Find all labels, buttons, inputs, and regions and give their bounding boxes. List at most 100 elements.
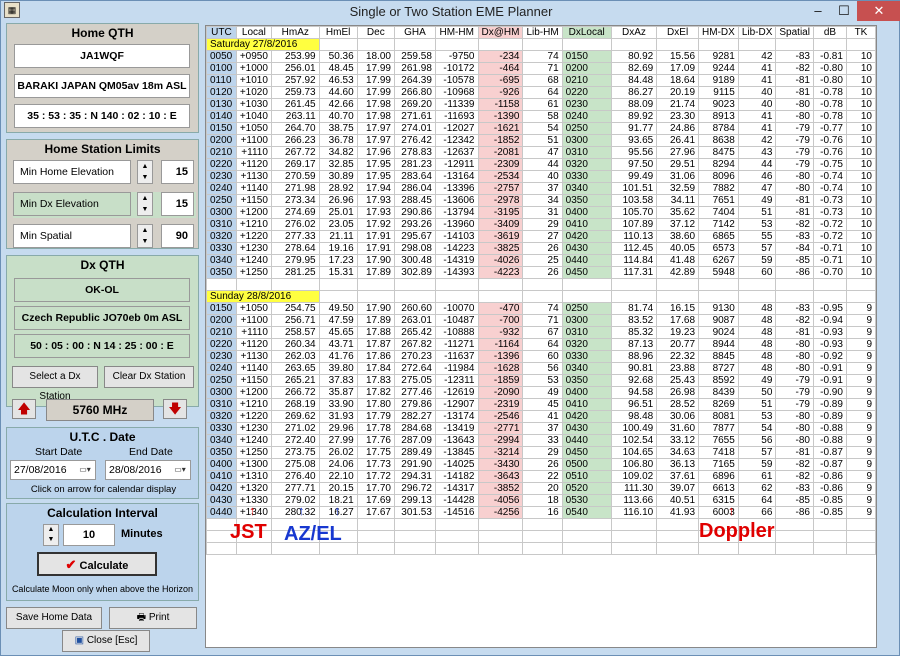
minimize-icon[interactable]: – xyxy=(805,1,831,21)
freq-down-icon[interactable]: 🡇 xyxy=(163,399,187,419)
spin-down-icon[interactable]: ▼ xyxy=(138,172,152,183)
table-row[interactable]: 0440 +1340 280.32 16.27 17.67 301.53 -14516 -42… xyxy=(206,506,876,519)
table-row[interactable]: 0410 +1310 276.40 22.10 17.72 294.31 -14182 -36… xyxy=(206,470,876,483)
table-row[interactable]: 0120 +1020 259.73 44.60 17.99 266.80 -10968 -92… xyxy=(206,86,876,99)
table-row[interactable]: 0400 +1300 275.08 24.06 17.73 291.90 -14025 -34… xyxy=(206,458,876,471)
table-cell: 270.23 xyxy=(393,350,436,363)
table-row[interactable]: 0150 +1050 264.70 38.75 17.97 274.01 -12027 -16… xyxy=(206,122,876,135)
table-row[interactable]: 0210 +1110 267.72 34.82 17.96 278.83 -12637 -20… xyxy=(206,146,876,159)
interval-spinner[interactable]: ▲ ▼ xyxy=(43,524,59,546)
print-button[interactable]: 🖶 Print xyxy=(109,607,197,629)
min-spatial-spinner[interactable]: ▲ ▼ xyxy=(137,224,153,248)
home-coords-field[interactable]: 35 : 53 : 35 : N 140 : 02 : 10 : E xyxy=(14,104,190,128)
table-row[interactable]: 0310 +1210 268.19 33.90 17.80 279.86 -12907 -23… xyxy=(206,398,876,411)
table-row[interactable]: 0130 +1030 261.45 42.66 17.98 269.20 -11339 -11… xyxy=(206,98,876,111)
table-cell: -13164 xyxy=(434,170,479,183)
min-spatial-value[interactable]: 90 xyxy=(161,224,194,248)
table-cell: -86 xyxy=(775,266,814,279)
table-cell: 8784 xyxy=(698,122,739,135)
start-date-picker[interactable]: 27/08/2016 ▭▾ xyxy=(10,460,96,480)
table-row[interactable]: 0420 +1320 277.71 20.15 17.70 296.72 -14317 -38… xyxy=(206,482,876,495)
min-dx-elevation-spinner[interactable]: ▲ ▼ xyxy=(137,192,153,216)
clear-dx-station-button[interactable]: Clear Dx Station xyxy=(104,366,194,388)
table-cell: 0140 xyxy=(206,110,237,123)
spin-up-icon[interactable]: ▲ xyxy=(138,161,152,172)
table-row[interactable]: 0050 +0950 253.99 50.36 18.00 259.58 -9750 -234… xyxy=(206,50,876,63)
table-row[interactable]: 0100 +1000 256.01 48.45 17.99 261.98 -10172 -46… xyxy=(206,62,876,75)
results-grid[interactable]: UTC Local HmAz HmEl Dec GHA HM-HM Dx@HM Lib-HM Dx… xyxy=(205,25,877,648)
table-cell: 20 xyxy=(522,482,563,495)
save-home-data-button[interactable]: Save Home Data xyxy=(6,607,102,629)
table-row[interactable]: 0220 +1120 260.34 43.71 17.87 267.82 -11271 -11… xyxy=(206,338,876,351)
table-row[interactable]: 0140 +1040 263.11 40.70 17.98 271.61 -11693 -13… xyxy=(206,110,876,123)
table-row[interactable]: 0430 +1330 279.02 18.21 17.69 299.13 -14428 -40… xyxy=(206,494,876,507)
table-row[interactable]: 0340 +1240 279.95 17.23 17.90 300.48 -14319 -40… xyxy=(206,254,876,267)
table-row[interactable]: 0200 +1100 256.71 47.59 17.89 263.01 -10487 -70… xyxy=(206,314,876,327)
table-cell: 17.89 xyxy=(356,314,395,327)
table-row[interactable]: 0310 +1210 276.02 23.05 17.92 293.26 -13960 -34… xyxy=(206,218,876,231)
table-row[interactable]: 0300 +1200 274.69 25.01 17.93 290.86 -13794 -31… xyxy=(206,206,876,219)
select-dx-station-button[interactable]: Select a Dx Station xyxy=(12,366,98,402)
table-cell: 49 xyxy=(522,386,563,399)
interval-value[interactable]: 10 xyxy=(63,524,115,546)
table-row[interactable]: 0240 +1140 263.65 39.80 17.84 272.64 -11984 -16… xyxy=(206,362,876,375)
table-row[interactable]: 0230 +1130 270.59 30.89 17.95 283.64 -13164 -25… xyxy=(206,170,876,183)
home-call-field[interactable]: JA1WQF xyxy=(14,44,190,68)
calendar-dropdown-icon[interactable]: ▭▾ xyxy=(172,463,188,477)
table-cell: 9 xyxy=(845,338,876,351)
table-row[interactable]: 0200 +1100 266.23 36.78 17.97 276.42 -12342 -18… xyxy=(206,134,876,147)
table-row[interactable]: 0320 +1220 269.62 31.93 17.79 282.27 -13174 -25… xyxy=(206,410,876,423)
table-row[interactable]: 0150 +1050 254.75 49.50 17.90 260.60 -10070 -47… xyxy=(206,302,876,315)
table-row[interactable]: 0110 +1010 257.92 46.53 17.99 264.39 -10578 -69… xyxy=(206,74,876,87)
table-cell: -0.93 xyxy=(812,338,847,351)
home-location-field[interactable]: BARAKI JAPAN QM05av 18m ASL xyxy=(14,74,190,98)
close-button[interactable]: ▣ Close [Esc] xyxy=(62,630,150,652)
spin-up-icon[interactable]: ▲ xyxy=(44,525,58,535)
spin-down-icon[interactable]: ▼ xyxy=(138,236,152,247)
dx-call-field[interactable]: OK-OL xyxy=(14,278,190,302)
table-row[interactable]: 0340 +1240 272.40 27.99 17.76 287.09 -13643 -29… xyxy=(206,434,876,447)
empty-cell xyxy=(656,542,700,555)
table-row[interactable]: 0250 +1150 265.21 37.83 17.83 275.05 -12311 -18… xyxy=(206,374,876,387)
table-cell: -4026 xyxy=(477,254,524,267)
dx-location-field[interactable]: Czech Republic JO70eb 0m ASL xyxy=(14,306,190,330)
table-cell: 111.30 xyxy=(610,482,658,495)
table-row[interactable]: 0300 +1200 266.72 35.87 17.82 277.46 -12619 -20… xyxy=(206,386,876,399)
start-date-label: Start Date xyxy=(35,446,83,458)
table-row[interactable]: 0230 +1130 262.03 41.76 17.86 270.23 -11637 -13… xyxy=(206,350,876,363)
dx-coords-field[interactable]: 50 : 05 : 00 : N 14 : 25 : 00 : E xyxy=(14,334,190,358)
table-row[interactable]: 0220 +1120 269.17 32.85 17.95 281.23 -12911 -23… xyxy=(206,158,876,171)
calculate-button[interactable]: ✔ Calculate xyxy=(37,552,157,576)
table-row[interactable]: 0210 +1110 258.57 45.65 17.88 265.42 -10888 -93… xyxy=(206,326,876,339)
table-row[interactable]: 0350 +1250 281.25 15.31 17.89 302.89 -14393 -42… xyxy=(206,266,876,279)
end-date-value: 28/08/2016 xyxy=(109,464,162,476)
end-date-picker[interactable]: 28/08/2016 ▭▾ xyxy=(105,460,191,480)
spin-up-icon[interactable]: ▲ xyxy=(138,193,152,204)
table-cell: -14182 xyxy=(434,470,479,483)
empty-cell xyxy=(393,518,436,531)
table-row[interactable]: 0330 +1230 278.64 19.16 17.91 298.08 -14223 -38… xyxy=(206,242,876,255)
table-row[interactable]: 0240 +1140 271.98 28.92 17.94 286.04 -13396 -27… xyxy=(206,182,876,195)
table-row[interactable]: 0350 +1250 273.75 26.02 17.75 289.49 -13845 -32… xyxy=(206,446,876,459)
table-cell: -13174 xyxy=(434,410,479,423)
table-cell: -1158 xyxy=(477,98,524,111)
table-cell: 0300 xyxy=(561,314,612,327)
freq-up-icon[interactable]: 🡅 xyxy=(12,399,36,419)
maximize-icon[interactable]: ☐ xyxy=(831,1,857,21)
spin-down-icon[interactable]: ▼ xyxy=(44,535,58,545)
spin-up-icon[interactable]: ▲ xyxy=(138,225,152,236)
table-row[interactable]: 0330 +1230 271.02 29.96 17.78 284.68 -13419 -27… xyxy=(206,422,876,435)
min-home-elevation-label: Min Home Elevation xyxy=(13,160,131,184)
min-home-elevation-value[interactable]: 15 xyxy=(161,160,194,184)
close-window-icon[interactable]: ✕ xyxy=(857,1,900,21)
table-row[interactable]: 0250 +1150 273.34 26.96 17.93 288.45 -13606 -29… xyxy=(206,194,876,207)
table-cell: 275.08 xyxy=(270,458,320,471)
table-cell: 278.64 xyxy=(270,242,320,255)
calendar-dropdown-icon[interactable]: ▭▾ xyxy=(77,463,93,477)
min-dx-elevation-value[interactable]: 15 xyxy=(161,192,194,216)
table-cell: 9281 xyxy=(698,50,739,63)
table-row[interactable]: 0320 +1220 277.33 21.11 17.91 295.67 -14103 -36… xyxy=(206,230,876,243)
spin-down-icon[interactable]: ▼ xyxy=(138,204,152,215)
min-home-elevation-spinner[interactable]: ▲ ▼ xyxy=(137,160,153,184)
table-cell: 21.74 xyxy=(656,98,700,111)
